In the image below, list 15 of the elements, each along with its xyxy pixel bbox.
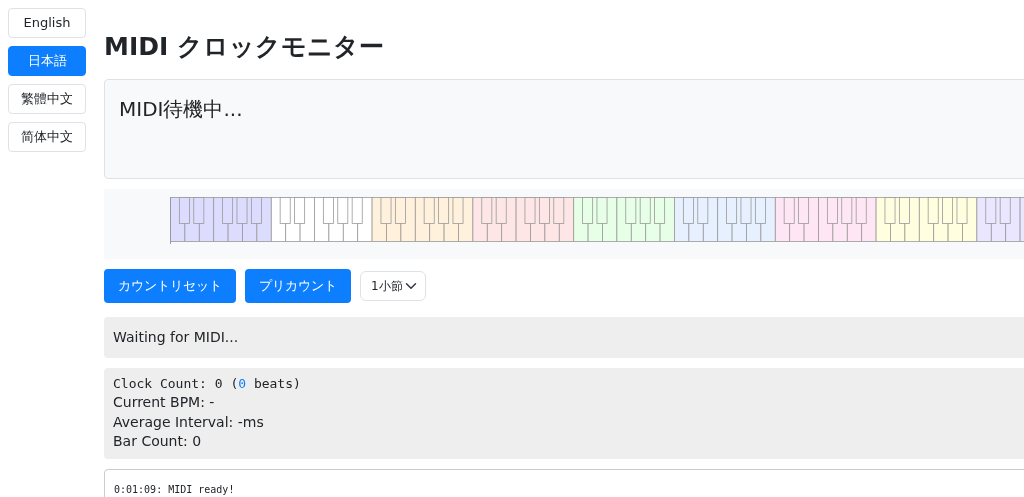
stat-line: Bar Count: 0 <box>113 433 202 450</box>
language-button[interactable]: 简体中文 <box>8 122 86 152</box>
language-button[interactable]: 日本語 <box>8 46 86 76</box>
reset-button[interactable]: カウントリセット <box>104 269 236 303</box>
language-button[interactable]: English <box>8 8 86 38</box>
stat-line: Average Interval: -ms <box>113 413 264 430</box>
stat-line: Current BPM: - <box>113 394 215 411</box>
precount-button[interactable]: プリカウント <box>245 269 351 303</box>
log-entry: 0:01:09: MIDI ready! <box>114 483 235 495</box>
precount-select[interactable]: 1小節 <box>360 271 426 301</box>
page-title: MIDI クロックモニター <box>104 32 385 62</box>
clock-count-text: Clock Count: 0 (0 beats) <box>113 375 302 393</box>
language-button[interactable]: 繁體中文 <box>8 84 86 114</box>
status-display: MIDI待機中... <box>119 97 243 121</box>
message-text: Waiting for MIDI... <box>104 317 1024 358</box>
